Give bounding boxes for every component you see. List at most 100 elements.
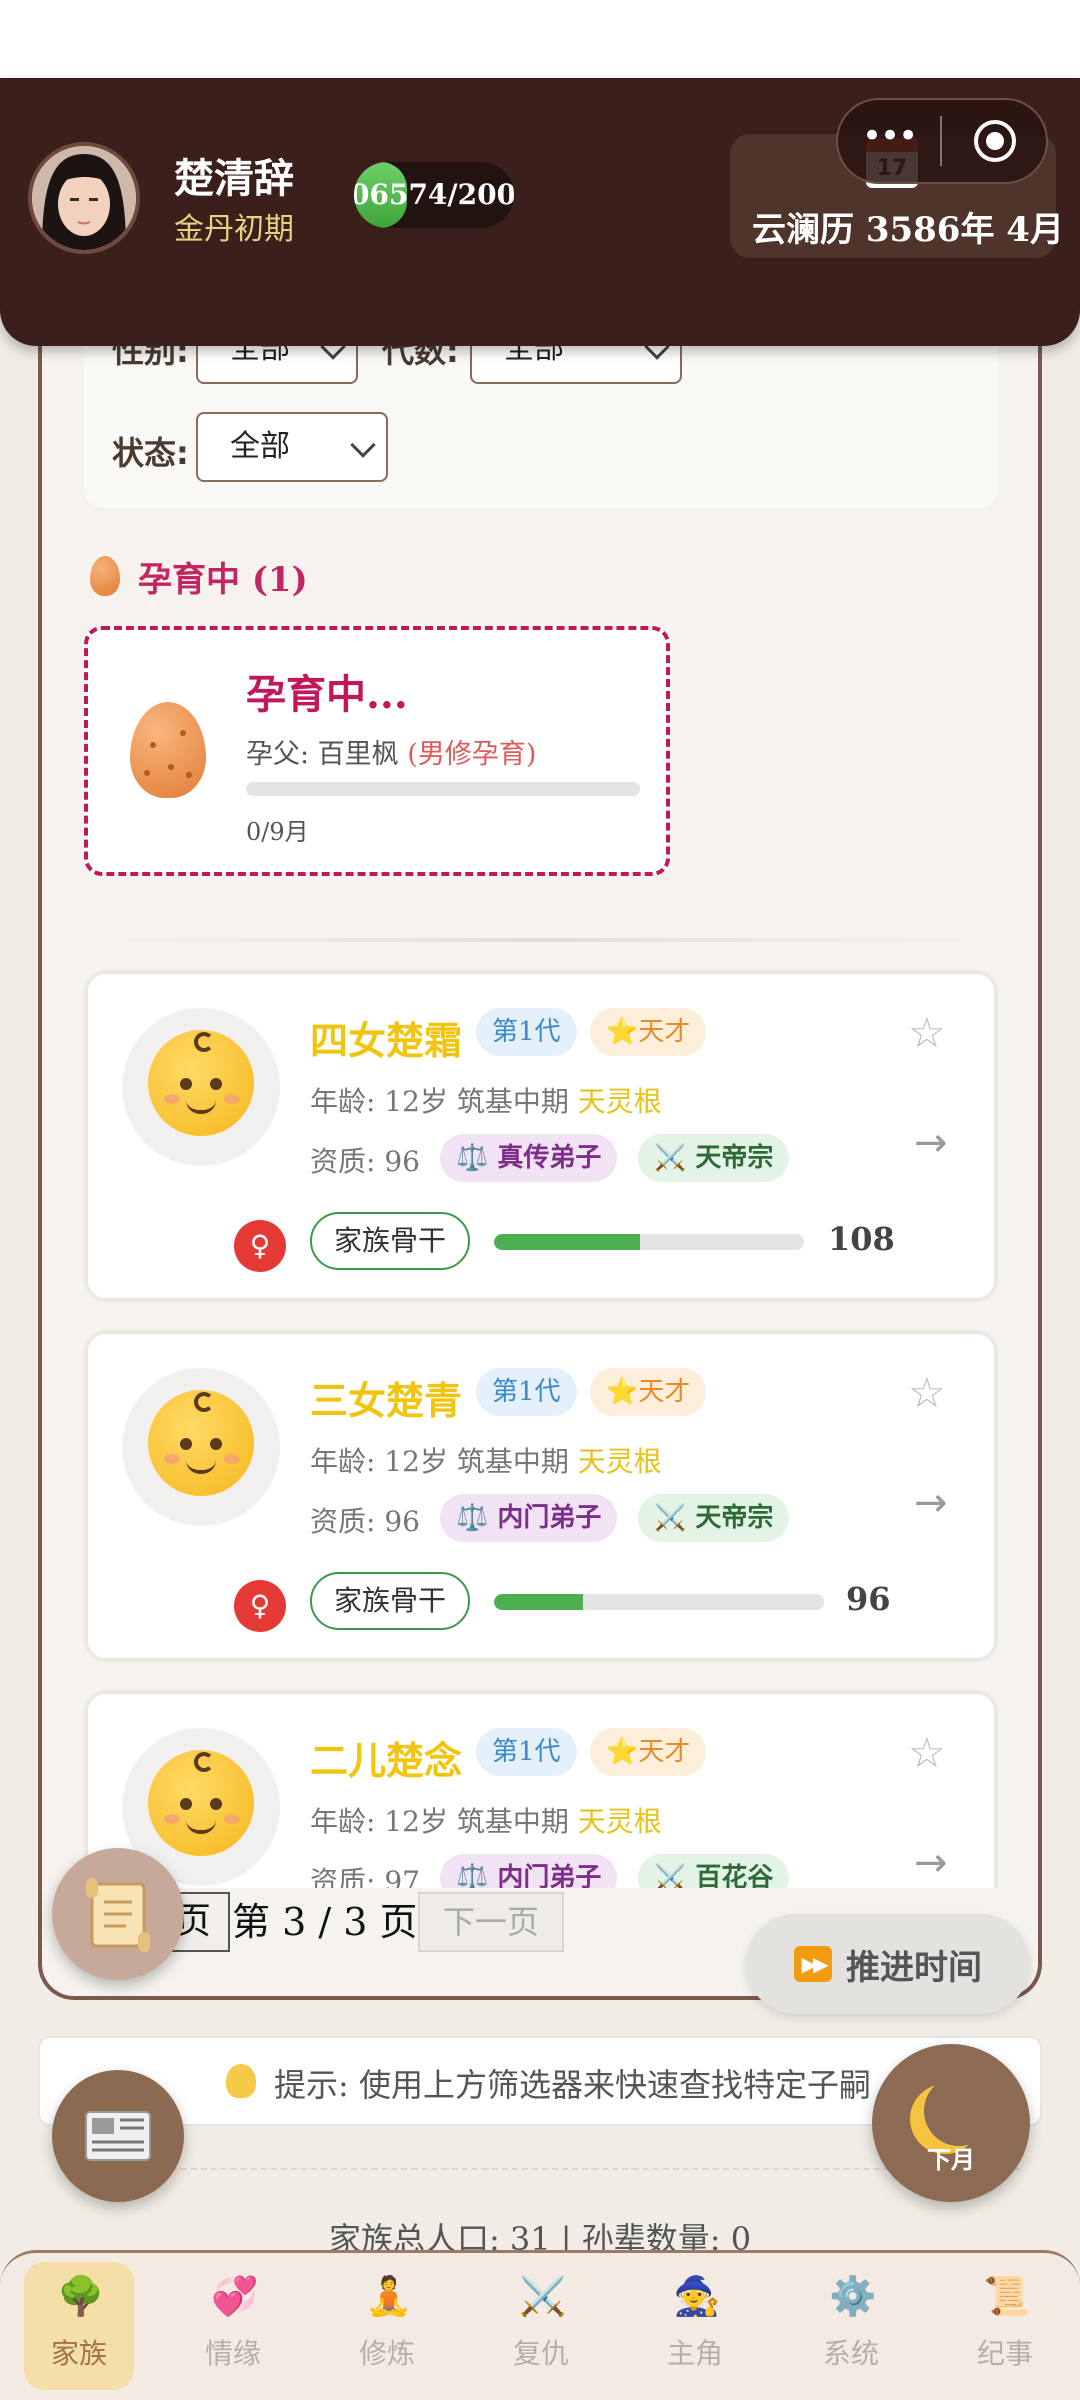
protagonist-avatar[interactable]: [28, 142, 140, 254]
member-card[interactable]: 三女楚青 第1代 ⭐天才 年龄: 12岁 筑基中期 天灵根 资质: 96 ⚖️ …: [84, 1330, 998, 1662]
tip-text: 提示: 使用上方筛选器来快速查找特定子嗣: [274, 2066, 871, 2104]
nav-item-protagonist[interactable]: 🧙 主角: [640, 2262, 750, 2390]
chevron-down-icon: [350, 432, 376, 458]
portrait-image: [32, 146, 136, 250]
talent-tag: ⭐天才: [590, 1368, 707, 1416]
lightbulb-icon: [226, 2064, 256, 2098]
more-dots-icon[interactable]: •••: [862, 116, 918, 156]
spirit-root: 天灵根: [577, 1445, 662, 1478]
member-list[interactable]: 四女楚霜 第1代 ⭐天才 年龄: 12岁 筑基中期 天灵根 资质: 96 ⚖️ …: [84, 962, 998, 1888]
member-progress-bar: [494, 1594, 824, 1610]
sect-tag: ⚔️ 百花谷: [638, 1854, 790, 1888]
member-name: 二儿楚念: [310, 1738, 463, 1783]
arrow-right-icon[interactable]: →: [914, 1840, 948, 1886]
nav-label: 复仇: [512, 2337, 569, 2370]
family-role-tag[interactable]: 家族骨干: [310, 1572, 471, 1630]
cultivation-progress: 06574/20000: [354, 162, 514, 228]
member-age-realm: 年龄: 12岁 筑基中期 天灵根: [310, 1805, 662, 1838]
member-age-realm: 年龄: 12岁 筑基中期 天灵根: [310, 1085, 662, 1118]
disciple-rank-tag: ⚖️ 真传弟子: [440, 1134, 618, 1182]
nav-item-cultivation[interactable]: 🧘 修炼: [332, 2262, 442, 2390]
nav-item-family[interactable]: 🌳 家族: [24, 2262, 134, 2390]
female-gender-icon: ♀: [234, 1220, 286, 1272]
nav-label: 家族: [50, 2337, 107, 2370]
family-role-tag[interactable]: 家族骨干: [310, 1212, 471, 1270]
cultivation-progress-text: 06574/20000: [354, 178, 514, 211]
member-progress-fill: [494, 1234, 640, 1250]
pregnancy-status: 孕育中...: [246, 671, 408, 718]
nav-label: 系统: [822, 2337, 879, 2370]
capsule-divider: [940, 116, 942, 166]
nav-item-revenge[interactable]: ⚔️ 复仇: [486, 2262, 596, 2390]
generation-tag: 第1代: [476, 1008, 577, 1056]
favorite-star-icon[interactable]: ☆: [908, 1008, 946, 1057]
nav-item-system[interactable]: ⚙️ 系统: [796, 2262, 906, 2390]
scroll-fab-button[interactable]: [52, 1848, 184, 1980]
hearts-icon: 💞: [211, 2274, 259, 2318]
talent-tag: ⭐天才: [590, 1008, 707, 1056]
egg-icon: [90, 556, 120, 596]
member-name: 三女楚青: [310, 1378, 463, 1423]
pregnancy-progress-bar: [246, 782, 640, 796]
nav-label: 主角: [666, 2337, 723, 2370]
protagonist-realm: 金丹初期: [174, 212, 294, 247]
disciple-rank-tag: ⚖️ 内门弟子: [440, 1494, 618, 1542]
nav-label: 修炼: [358, 2337, 415, 2370]
spirit-root: 天灵根: [577, 1085, 662, 1118]
pregnancy-father: 孕父: 百里枫 (男修孕育): [246, 732, 536, 771]
member-age-realm: 年龄: 12岁 筑基中期 天灵根: [310, 1445, 662, 1478]
status-filter-value: 全部: [230, 429, 290, 464]
member-progress-fill: [494, 1594, 584, 1610]
news-fab-button[interactable]: [52, 2070, 184, 2202]
tree-icon: 🌳: [57, 2274, 105, 2318]
game-date: 云澜历 3586年 4月: [752, 210, 1064, 250]
status-filter-select[interactable]: 全部: [196, 412, 388, 482]
father-name: 孕父: 百里枫: [246, 739, 399, 770]
status-filter-label: 状态:: [112, 434, 189, 472]
pregnancy-months: 0/9月: [246, 818, 309, 846]
favorite-star-icon[interactable]: ☆: [908, 1728, 946, 1777]
favorite-star-icon[interactable]: ☆: [908, 1368, 946, 1417]
member-avatar: [122, 1008, 280, 1166]
baby-face-icon: [148, 1390, 254, 1496]
next-page-button[interactable]: 下一页: [418, 1892, 564, 1952]
page-indicator: 第 3 / 3 页: [232, 1900, 418, 1944]
newspaper-icon: [85, 2111, 151, 2161]
nav-label: 纪事: [976, 2337, 1033, 2370]
pregnancy-section-title: 孕育中 (1): [138, 560, 308, 600]
nav-item-romance[interactable]: 💞 情缘: [178, 2262, 288, 2390]
nav-label: 情缘: [204, 2337, 261, 2370]
nav-item-chronicle[interactable]: 📜 纪事: [950, 2262, 1060, 2390]
arrow-right-icon[interactable]: →: [914, 1120, 948, 1166]
member-card[interactable]: 二儿楚念 第1代 ⭐天才 年龄: 12岁 筑基中期 天灵根 资质: 97 ⚖️ …: [84, 1690, 998, 1888]
member-name: 四女楚霜: [310, 1018, 463, 1063]
member-avatar: [122, 1368, 280, 1526]
baby-face-icon: [148, 1030, 254, 1136]
female-gender-icon: ♀: [234, 1580, 286, 1632]
scroll-icon: [86, 1878, 150, 1952]
crossed-swords-icon: ⚔️: [519, 2274, 567, 2318]
baby-face-icon: [148, 1750, 254, 1856]
advance-time-label: 推进时间: [846, 1948, 982, 1988]
arrow-right-icon[interactable]: →: [914, 1480, 948, 1526]
scroll-icon: 📜: [983, 2274, 1031, 2318]
section-divider: [96, 938, 986, 942]
pregnancy-note: (男修孕育): [407, 739, 537, 770]
close-target-dot: [986, 132, 1004, 150]
talent-tag: ⭐天才: [590, 1728, 707, 1776]
member-aptitude: 资质: 97: [310, 1865, 420, 1888]
member-progress-bar: [494, 1234, 804, 1250]
sect-tag: ⚔️ 天帝宗: [638, 1134, 790, 1182]
generation-tag: 第1代: [476, 1368, 577, 1416]
member-value: 108: [828, 1220, 895, 1258]
spirit-root: 天灵根: [577, 1805, 662, 1838]
moon-icon: [924, 2076, 994, 2146]
member-card[interactable]: 四女楚霜 第1代 ⭐天才 年龄: 12岁 筑基中期 天灵根 资质: 96 ⚖️ …: [84, 970, 998, 1302]
next-month-label: 下月: [927, 2146, 975, 2174]
gear-icon: ⚙️: [829, 2274, 877, 2318]
member-value: 96: [846, 1580, 891, 1618]
generation-tag: 第1代: [476, 1728, 577, 1776]
sect-tag: ⚔️ 天帝宗: [638, 1494, 790, 1542]
protagonist-name: 楚清辞: [174, 155, 294, 202]
meditation-icon: 🧘: [365, 2274, 413, 2318]
